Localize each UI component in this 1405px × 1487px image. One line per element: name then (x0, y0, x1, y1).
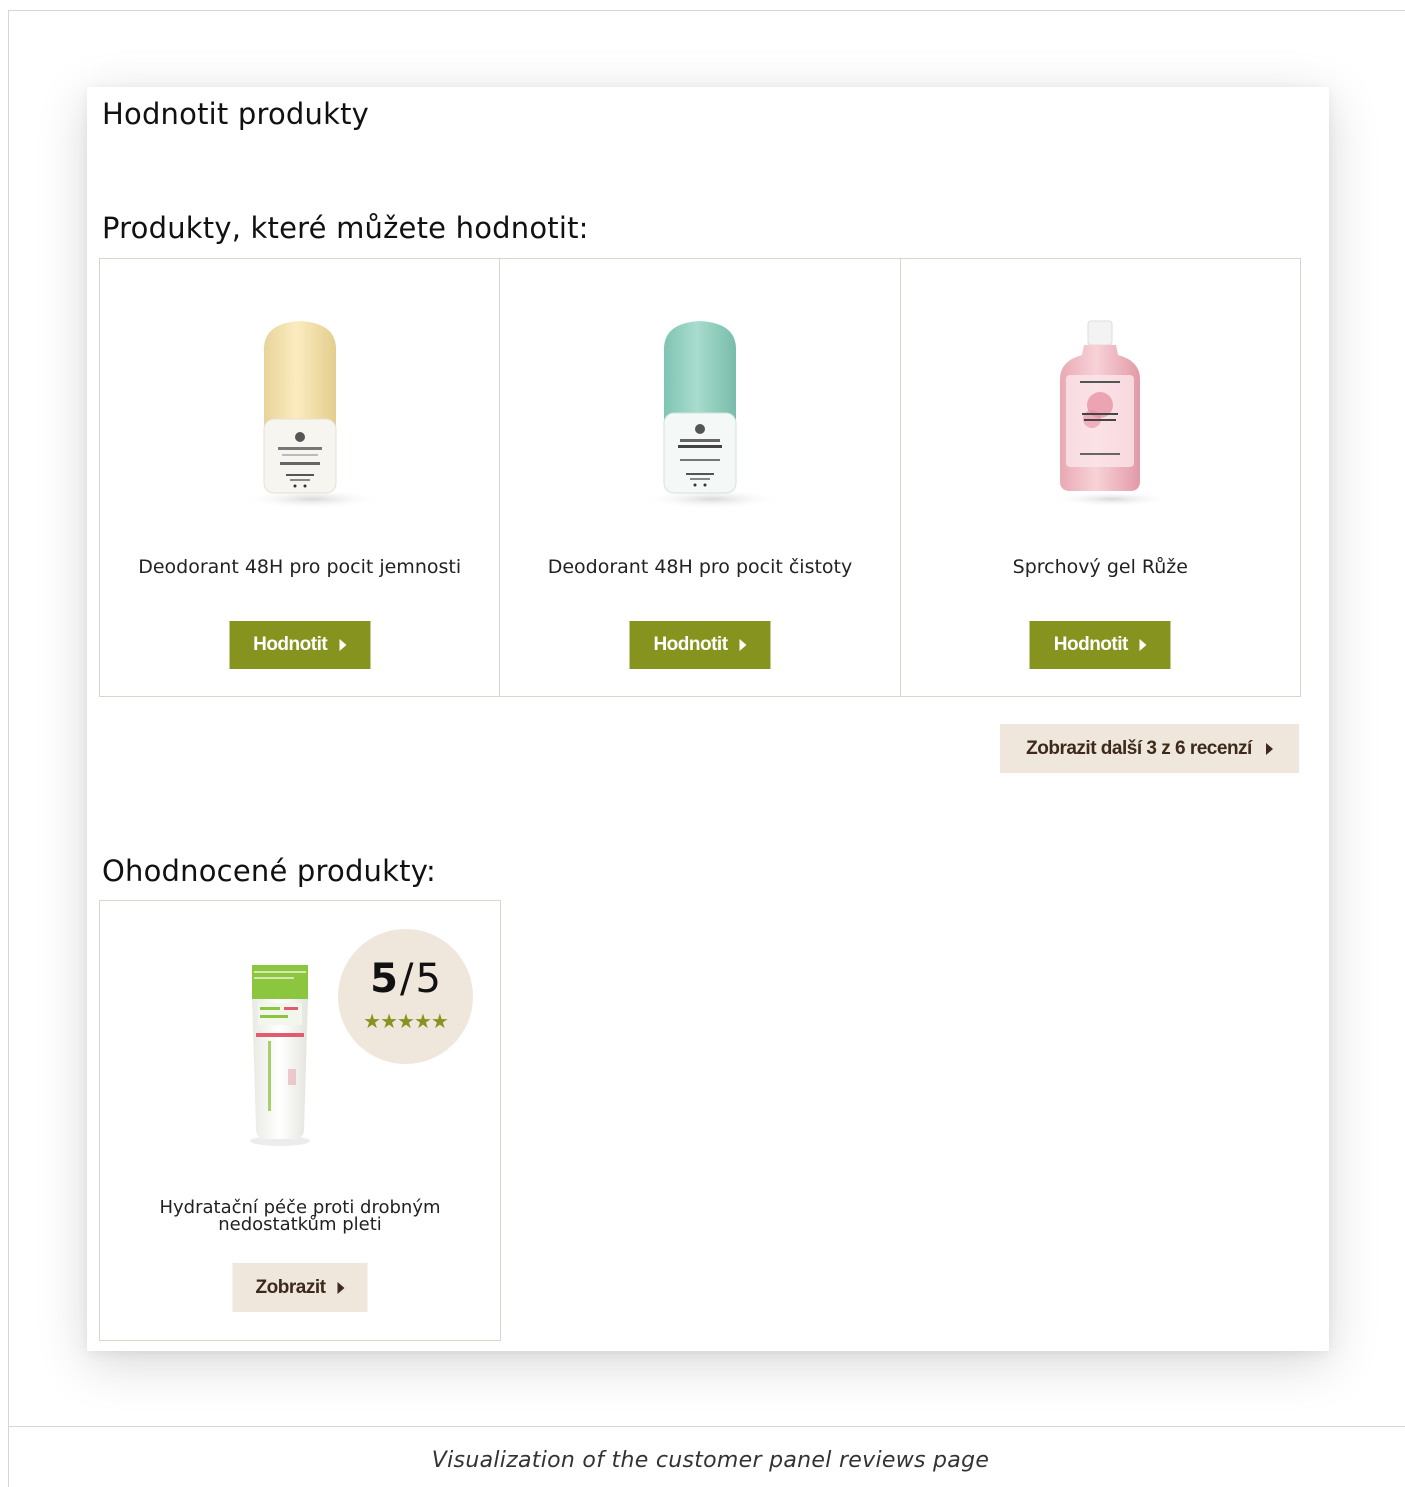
page-title: Hodnotit produkty (102, 97, 370, 131)
show-review-button[interactable]: Zobrazit (232, 1263, 368, 1312)
rate-button-label: Hodnotit (653, 634, 728, 655)
product-image (250, 965, 310, 1146)
caret-right-icon (1265, 742, 1273, 755)
product-image (241, 321, 382, 509)
reviewed-product-card: 5/5 ★★★★★ Hydratační péče proti drobným … (99, 900, 501, 1341)
product-name: Deodorant 48H pro pocit jemnosti (138, 556, 462, 578)
show-more-reviews-label: Zobrazit další 3 z 6 recenzí (1026, 737, 1252, 759)
product-image (641, 321, 782, 509)
show-more-reviews-button[interactable]: Zobrazit další 3 z 6 recenzí (1000, 724, 1299, 773)
show-review-label: Zobrazit (255, 1276, 326, 1298)
score-badge: 5/5 ★★★★★ (338, 929, 473, 1064)
product-image (1052, 320, 1173, 507)
products-to-review-heading: Produkty, které můžete hodnotit: (102, 211, 589, 245)
product-name: Hydratační péče proti drobným nedostatků… (159, 1197, 441, 1235)
score-text: 5/5 (370, 956, 441, 1002)
product-card: Deodorant 48H pro pocit jemnosti Hodnoti… (100, 259, 501, 696)
product-name: Sprchový gel Růže (1012, 556, 1188, 578)
products-to-review-grid: Deodorant 48H pro pocit jemnosti Hodnoti… (99, 258, 1301, 697)
rate-button-label: Hodnotit (253, 634, 328, 655)
customer-reviews-panel: Hodnotit produkty Produkty, které můžete… (87, 87, 1329, 1351)
score-value: 5 (370, 956, 398, 1002)
product-card: Sprchový gel Růže Hodnotit (901, 259, 1300, 696)
caption-divider (8, 1426, 1405, 1427)
caret-right-icon (1139, 639, 1147, 651)
product-card: Deodorant 48H pro pocit čistoty Hodnotit (500, 259, 901, 696)
star-rating-icon: ★★★★★ (363, 1011, 449, 1033)
rate-button[interactable]: Hodnotit (229, 621, 371, 669)
reviewed-products-heading: Ohodnocené produkty: (102, 854, 436, 888)
caret-right-icon (339, 639, 347, 651)
score-max: 5 (415, 956, 441, 1002)
rate-button[interactable]: Hodnotit (629, 621, 771, 669)
figure-caption: Visualization of the customer panel revi… (431, 1448, 990, 1473)
product-name: Deodorant 48H pro pocit čistoty (547, 556, 853, 578)
rate-button[interactable]: Hodnotit (1029, 621, 1171, 669)
rate-button-label: Hodnotit (1053, 634, 1129, 655)
caret-right-icon (337, 1281, 345, 1294)
caret-right-icon (739, 639, 747, 651)
